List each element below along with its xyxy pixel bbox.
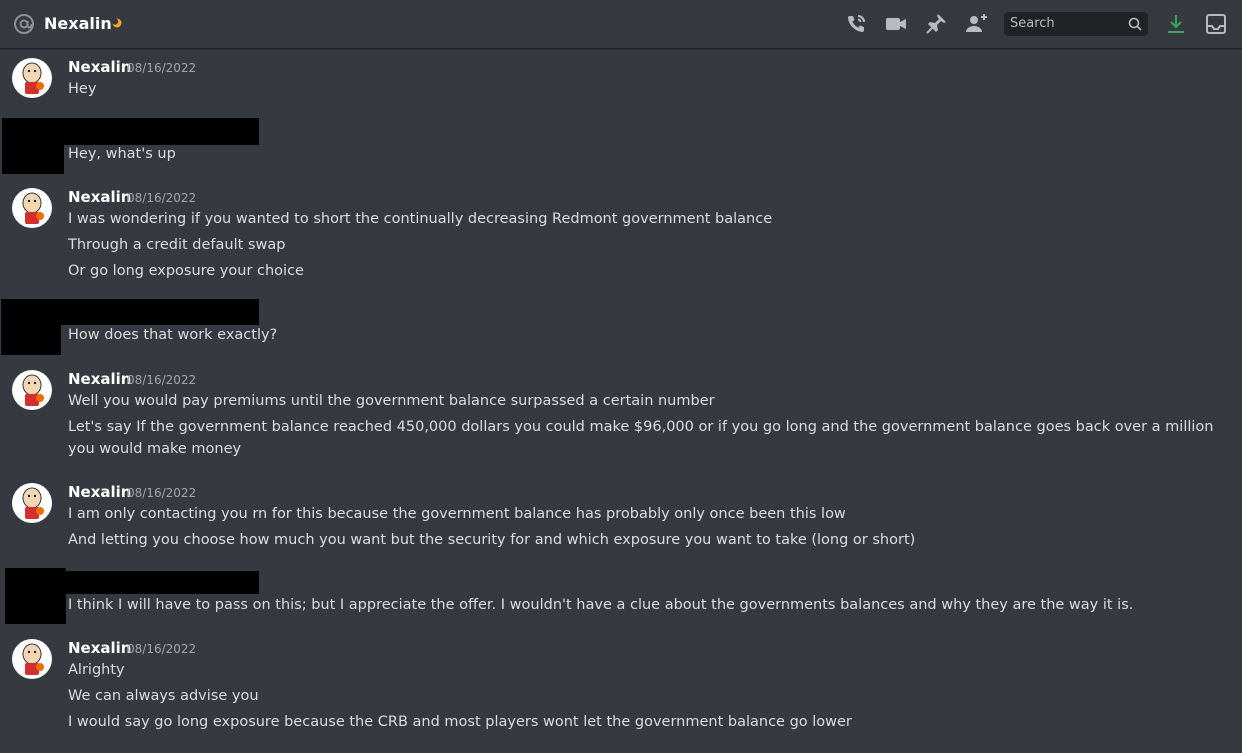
download-icon[interactable] bbox=[1164, 12, 1188, 36]
avatar-image bbox=[22, 643, 44, 675]
start-video-call-icon[interactable] bbox=[884, 12, 908, 36]
avatar-image bbox=[22, 374, 44, 406]
start-voice-call-icon[interactable] bbox=[844, 12, 868, 36]
avatar[interactable] bbox=[12, 58, 52, 98]
message-text: I was wondering if you wanted to short t… bbox=[68, 211, 773, 227]
redacted-avatar bbox=[2, 118, 64, 174]
message-text: Hey bbox=[68, 81, 97, 97]
avatar-image bbox=[22, 62, 44, 94]
message-text: I would say go long exposure because the… bbox=[68, 714, 852, 730]
avatar[interactable] bbox=[12, 483, 52, 523]
message-text: Well you would pay premiums until the go… bbox=[68, 393, 715, 409]
idle-moon-icon bbox=[112, 18, 122, 28]
search-input[interactable]: Search bbox=[1004, 12, 1148, 36]
message-timestamp: 08/16/2022 bbox=[127, 191, 197, 205]
avatar[interactable] bbox=[12, 370, 52, 410]
message-author[interactable]: Nexalin bbox=[68, 482, 132, 502]
message-author[interactable]: Nexalin bbox=[68, 638, 132, 658]
redacted-avatar bbox=[1, 299, 61, 355]
message-text: Through a credit default swap bbox=[68, 237, 286, 253]
message-text: We can always advise you bbox=[68, 688, 259, 704]
message-text: Hey, what's up bbox=[68, 146, 176, 162]
search-placeholder: Search bbox=[1010, 16, 1055, 31]
message-text: And letting you choose how much you want… bbox=[68, 532, 916, 548]
redacted-avatar bbox=[5, 568, 66, 624]
message-timestamp: 08/16/2022 bbox=[127, 486, 197, 500]
avatar[interactable] bbox=[12, 188, 52, 228]
dm-title: Nexalin bbox=[44, 14, 112, 33]
message-text: Let's say If the government balance reac… bbox=[68, 419, 1214, 457]
message-timestamp: 08/16/2022 bbox=[127, 373, 197, 387]
dm-header: Nexalin Search bbox=[0, 0, 1242, 49]
at-mention-icon bbox=[14, 14, 34, 34]
search-icon bbox=[1128, 17, 1142, 31]
message-text: I am only contacting you rn for this bec… bbox=[68, 506, 846, 522]
avatar-image bbox=[22, 192, 44, 224]
add-friends-to-dm-icon[interactable] bbox=[964, 12, 988, 36]
message-text: I think I will have to pass on this; but… bbox=[68, 597, 1134, 613]
message-author[interactable]: Nexalin bbox=[68, 187, 132, 207]
redacted-username bbox=[61, 299, 259, 325]
message-text: Alrighty bbox=[68, 662, 125, 678]
message-text: How does that work exactly? bbox=[68, 327, 278, 343]
avatar-image bbox=[22, 487, 44, 519]
message-timestamp: 08/16/2022 bbox=[127, 61, 197, 75]
message-author[interactable]: Nexalin bbox=[68, 57, 132, 77]
avatar[interactable] bbox=[12, 639, 52, 679]
message-timestamp: 08/16/2022 bbox=[127, 642, 197, 656]
message-text: Or go long exposure your choice bbox=[68, 263, 304, 279]
inbox-icon[interactable] bbox=[1204, 12, 1228, 36]
redacted-username bbox=[66, 571, 259, 594]
message-author[interactable]: Nexalin bbox=[68, 369, 132, 389]
redacted-username bbox=[64, 118, 259, 145]
pinned-messages-icon[interactable] bbox=[924, 12, 948, 36]
